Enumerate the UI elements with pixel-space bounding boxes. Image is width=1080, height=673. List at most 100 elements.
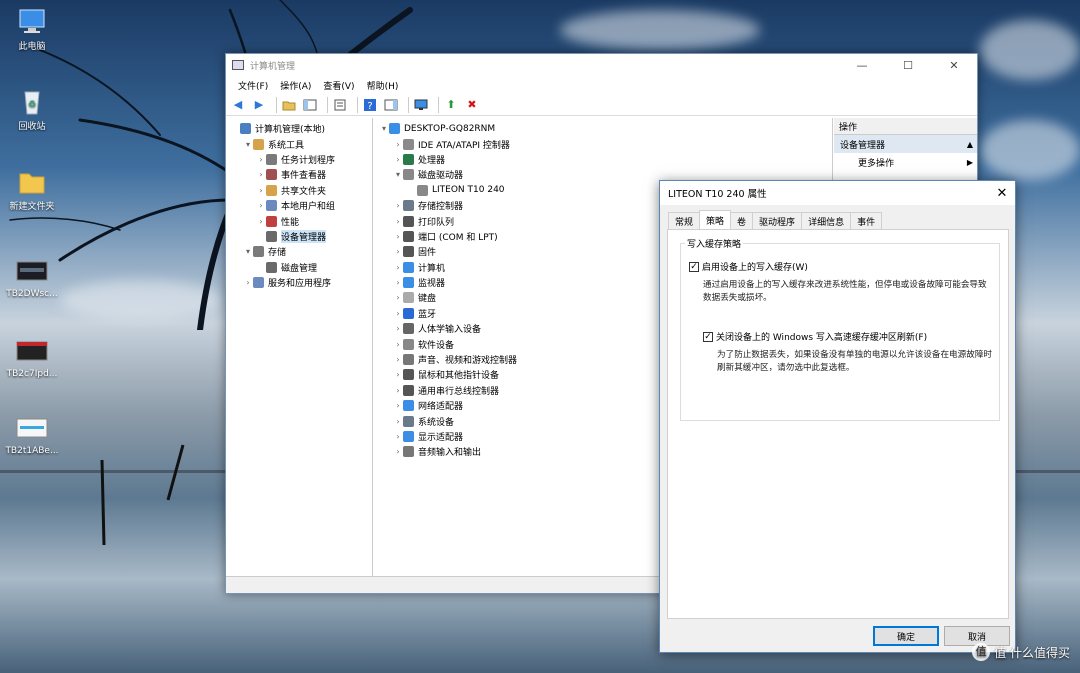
collapsed-arrow-icon[interactable]: › — [393, 432, 403, 441]
collapsed-arrow-icon[interactable]: › — [393, 232, 403, 241]
collapsed-arrow-icon[interactable]: › — [393, 247, 403, 256]
tree-item[interactable]: › 共享文件夹 — [226, 183, 372, 198]
maximize-button[interactable]: ☐ — [885, 54, 931, 76]
tree-item[interactable]: › 本地用户和组 — [226, 198, 372, 213]
collapsed-arrow-icon[interactable]: › — [256, 170, 266, 179]
tree-item[interactable]: 设备管理器 — [226, 229, 372, 244]
collapsed-arrow-icon[interactable]: › — [256, 186, 266, 195]
tree-item[interactable]: › 处理器 — [375, 152, 832, 167]
enable-write-cache-checkbox[interactable]: ✓ 启用设备上的写入缓存(W) — [689, 260, 808, 273]
collapsed-arrow-icon[interactable]: › — [393, 401, 403, 410]
update-driver-icon[interactable]: ⬆ — [443, 97, 459, 113]
desktop-icon-image-2[interactable]: TB2c7Ipd... — [4, 338, 60, 379]
tree-item[interactable]: › 服务和应用程序 — [226, 275, 372, 290]
desktop-icon-image-1[interactable]: TB2DWsc... — [4, 258, 60, 299]
desktop-icon-label: TB2t1ABe... — [5, 446, 59, 456]
tree-item-label: 处理器 — [418, 155, 446, 166]
tree-item[interactable]: › IDE ATA/ATAPI 控制器 — [375, 136, 832, 151]
desktop-icon-new-folder[interactable]: 新建文件夹 — [4, 168, 60, 212]
desktop-icon-recycle-bin[interactable]: ♻ 回收站 — [4, 88, 60, 132]
show-hide-tree-icon[interactable] — [302, 97, 318, 113]
tree-item-label: 任务计划程序 — [281, 155, 336, 166]
tree-item[interactable]: › 性能 — [226, 213, 372, 228]
shared-folder-icon — [266, 184, 277, 196]
audio-icon — [403, 446, 414, 458]
close-button[interactable]: ✕ — [931, 54, 977, 76]
tree-item[interactable]: ▾ 系统工具 — [226, 136, 372, 151]
dialog-close-button[interactable]: ✕ — [989, 186, 1015, 201]
checkbox-checked-icon[interactable]: ✓ — [703, 331, 713, 342]
collapsed-arrow-icon[interactable]: › — [393, 140, 403, 149]
properties-icon[interactable] — [332, 97, 348, 113]
software-device-icon — [403, 338, 414, 350]
menu-file[interactable]: 文件(F) — [232, 79, 274, 92]
tree-item[interactable]: ▾ DESKTOP-GQ82RNM — [375, 121, 832, 136]
tab-events[interactable]: 事件 — [850, 212, 883, 229]
more-actions-item[interactable]: 更多操作 ▶ — [834, 153, 977, 171]
hid-icon — [403, 323, 414, 335]
collapse-arrow-icon[interactable]: ▲ — [967, 140, 973, 149]
desktop-icon-image-3[interactable]: TB2t1ABe... — [4, 415, 60, 456]
tab-volumes[interactable]: 卷 — [730, 212, 754, 229]
forward-icon[interactable]: ▶ — [251, 97, 267, 113]
tree-item[interactable]: ▾ 存储 — [226, 244, 372, 259]
monitor-icon[interactable] — [413, 97, 429, 113]
expanded-arrow-icon[interactable]: ▾ — [379, 124, 389, 133]
tree-item-label: 存储控制器 — [418, 202, 464, 213]
expanded-arrow-icon[interactable]: ▾ — [393, 170, 403, 179]
collapsed-arrow-icon[interactable]: › — [393, 324, 403, 333]
tab-general[interactable]: 常规 — [668, 212, 701, 229]
collapsed-arrow-icon[interactable]: › — [393, 340, 403, 349]
collapsed-arrow-icon[interactable]: › — [393, 201, 403, 210]
menu-help[interactable]: 帮助(H) — [361, 79, 405, 92]
menu-view[interactable]: 查看(V) — [317, 79, 360, 92]
collapsed-arrow-icon[interactable]: › — [256, 217, 266, 226]
disk-icon — [417, 184, 428, 196]
collapsed-arrow-icon[interactable]: › — [393, 447, 403, 456]
collapsed-arrow-icon[interactable]: › — [393, 278, 403, 287]
tree-item-label: 固件 — [418, 248, 437, 259]
actions-section-device-manager[interactable]: 设备管理器 ▲ — [834, 135, 977, 153]
menu-action[interactable]: 操作(A) — [274, 79, 317, 92]
collapsed-arrow-icon[interactable]: › — [256, 201, 266, 210]
tree-item[interactable]: 磁盘管理 — [226, 260, 372, 275]
collapsed-arrow-icon[interactable]: › — [393, 293, 403, 302]
checkbox-label: 关闭设备上的 Windows 写入高速缓存缓冲区刷新(F) — [716, 333, 928, 343]
uninstall-icon[interactable]: ✖ — [464, 97, 480, 113]
tree-item[interactable]: › 任务计划程序 — [226, 152, 372, 167]
window-titlebar[interactable]: 计算机管理 — ☐ ✕ — [226, 54, 977, 76]
tree-item-label: 事件查看器 — [281, 171, 327, 182]
collapsed-arrow-icon[interactable]: › — [393, 309, 403, 318]
checkbox-checked-icon[interactable]: ✓ — [689, 261, 699, 272]
dialog-titlebar[interactable]: LITEON T10 240 属性 ✕ — [660, 181, 1015, 205]
collapsed-arrow-icon[interactable]: › — [256, 155, 266, 164]
tree-item[interactable]: 计算机管理(本地) — [226, 121, 372, 136]
collapsed-arrow-icon[interactable]: › — [393, 386, 403, 395]
svg-text:?: ? — [367, 101, 372, 112]
collapsed-arrow-icon[interactable]: › — [393, 263, 403, 272]
collapsed-arrow-icon[interactable]: › — [393, 217, 403, 226]
expanded-arrow-icon[interactable]: ▾ — [243, 140, 253, 149]
tab-driver[interactable]: 驱动程序 — [752, 212, 803, 229]
tree-item-label: 性能 — [281, 217, 300, 228]
action-pane-icon[interactable] — [383, 97, 399, 113]
turn-off-buffer-flushing-checkbox[interactable]: ✓ 关闭设备上的 Windows 写入高速缓存缓冲区刷新(F) — [703, 330, 927, 343]
ok-button[interactable]: 确定 — [873, 626, 939, 646]
collapsed-arrow-icon[interactable]: › — [393, 417, 403, 426]
collapsed-arrow-icon[interactable]: › — [393, 355, 403, 364]
help-icon[interactable]: ? — [362, 97, 378, 113]
minimize-button[interactable]: — — [839, 54, 885, 76]
desktop-icon-this-pc[interactable]: 此电脑 — [4, 8, 60, 52]
collapsed-arrow-icon[interactable]: › — [393, 155, 403, 164]
firmware-icon — [403, 246, 414, 258]
tree-item[interactable]: › 事件查看器 — [226, 167, 372, 182]
back-icon[interactable]: ◀ — [230, 97, 246, 113]
tab-policies[interactable]: 策略 — [699, 210, 732, 229]
expanded-arrow-icon[interactable]: ▾ — [243, 247, 253, 256]
event-viewer-icon — [266, 169, 277, 181]
tab-details[interactable]: 详细信息 — [801, 212, 852, 229]
up-folder-icon[interactable] — [281, 97, 297, 113]
window-title: 计算机管理 — [250, 61, 296, 72]
collapsed-arrow-icon[interactable]: › — [243, 278, 253, 287]
collapsed-arrow-icon[interactable]: › — [393, 370, 403, 379]
